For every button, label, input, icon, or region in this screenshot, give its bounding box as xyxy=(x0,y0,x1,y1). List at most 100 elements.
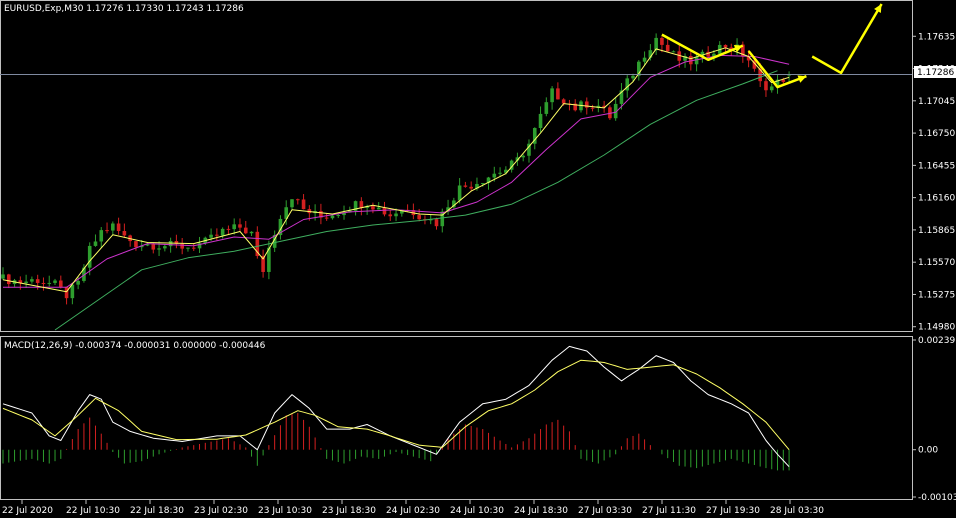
candle-body xyxy=(671,51,676,53)
candle-body xyxy=(376,207,381,210)
candle-body xyxy=(642,57,647,62)
time-tick-label: 22 Jul 10:30 xyxy=(66,506,120,516)
time-tick-label: 28 Jul 03:30 xyxy=(770,506,824,516)
candle-body xyxy=(24,281,28,284)
time-tick-label: 27 Jul 11:30 xyxy=(642,506,696,516)
candle-body xyxy=(151,244,156,250)
candle-body xyxy=(220,228,225,236)
candle-body xyxy=(561,99,566,104)
candle-body xyxy=(301,199,306,210)
candle-body xyxy=(105,230,109,232)
price-tick-label: 1.16455 xyxy=(918,161,955,171)
candle-body xyxy=(157,248,161,250)
trading-chart: 1.176351.173401.170451.167501.164551.161… xyxy=(0,0,956,518)
candle-body xyxy=(769,86,774,91)
candle-body xyxy=(290,199,294,208)
candle-body xyxy=(434,219,439,227)
candle-body xyxy=(1,274,5,279)
candle-body xyxy=(99,230,104,242)
candle-body xyxy=(330,215,335,219)
candle-body xyxy=(6,274,11,285)
macd-title: MACD(12,26,9) -0.000374 -0.000031 0.0000… xyxy=(4,341,266,351)
candle-body xyxy=(243,227,248,234)
time-tick-label: 22 Jul 2020 xyxy=(2,506,53,516)
candle-body xyxy=(469,186,473,189)
time-tick-label: 27 Jul 03:30 xyxy=(578,506,632,516)
candle-body xyxy=(163,246,167,249)
candle-body xyxy=(654,37,658,51)
time-tick-label: 23 Jul 02:30 xyxy=(194,506,248,516)
candle-body xyxy=(550,88,554,103)
candle-body xyxy=(30,279,34,282)
price-tick-label: 1.15570 xyxy=(918,258,955,268)
candle-body xyxy=(215,234,219,236)
candle-body xyxy=(463,185,468,187)
candle-body xyxy=(53,280,57,283)
candle-body xyxy=(723,44,728,48)
candle-body xyxy=(382,207,387,215)
candle-body xyxy=(336,215,341,217)
candle-body xyxy=(394,213,398,217)
price-tick-label: 1.17045 xyxy=(918,97,955,107)
candle-body xyxy=(70,284,75,299)
current-price-label: 1.17286 xyxy=(917,68,954,78)
candle-body xyxy=(498,172,502,174)
candle-body xyxy=(226,228,231,230)
time-tick-label: 24 Jul 18:30 xyxy=(514,506,568,516)
candle-body xyxy=(324,217,329,219)
macd-tick-label: 0.00239 xyxy=(918,336,955,346)
candle-body xyxy=(238,224,242,228)
price-tick-label: 1.17635 xyxy=(918,32,955,42)
candle-body xyxy=(87,245,92,268)
candle-body xyxy=(295,199,300,201)
candle-body xyxy=(232,224,236,230)
candle-body xyxy=(116,223,121,231)
price-tick-label: 1.15865 xyxy=(918,226,955,236)
price-tick-label: 1.14980 xyxy=(918,323,955,333)
candle-body xyxy=(35,279,40,283)
candle-body xyxy=(665,44,670,52)
candle-body xyxy=(111,223,115,231)
candle-body xyxy=(76,280,80,285)
candle-body xyxy=(359,201,364,208)
time-tick-label: 23 Jul 18:30 xyxy=(322,506,376,516)
candle-body xyxy=(521,155,525,158)
candle-body xyxy=(59,280,63,287)
candle-body xyxy=(538,113,543,129)
candle-body xyxy=(584,101,589,108)
candle-body xyxy=(556,88,560,100)
time-tick-label: 24 Jul 10:30 xyxy=(450,506,504,516)
candle-body xyxy=(417,215,421,220)
time-tick-label: 22 Jul 18:30 xyxy=(130,506,184,516)
candle-body xyxy=(93,241,98,246)
candle-body xyxy=(41,282,46,284)
candle-body xyxy=(544,102,549,114)
candle-body xyxy=(191,247,196,249)
candle-body xyxy=(764,81,768,91)
price-tick-label: 1.16160 xyxy=(918,194,955,204)
time-tick-label: 23 Jul 10:30 xyxy=(258,506,312,516)
symbol-title: EURUSD,Exp,M30 1.17276 1.17330 1.17243 1… xyxy=(4,4,244,14)
price-tick-label: 1.16750 xyxy=(918,129,955,139)
candle-body xyxy=(388,214,393,217)
candle-body xyxy=(660,37,664,45)
candle-body xyxy=(590,107,595,109)
candle-body xyxy=(47,282,52,284)
candle-body xyxy=(371,206,375,210)
time-tick-label: 24 Jul 02:30 xyxy=(386,506,440,516)
candle-body xyxy=(64,286,69,299)
candle-body xyxy=(492,173,497,178)
candle-body xyxy=(122,230,127,236)
candle-body xyxy=(457,185,462,201)
candle-body xyxy=(249,231,254,234)
candle-body xyxy=(631,75,635,79)
candle-body xyxy=(180,243,184,249)
candle-body xyxy=(480,183,485,185)
macd-tick-label: 0.00 xyxy=(918,446,938,456)
candle-body xyxy=(168,240,173,247)
macd-tick-label: -0.00103 xyxy=(918,493,956,503)
candle-body xyxy=(689,56,693,65)
price-tick-label: 1.15275 xyxy=(918,290,955,300)
candle-body xyxy=(209,234,213,238)
chart-background xyxy=(0,0,956,518)
